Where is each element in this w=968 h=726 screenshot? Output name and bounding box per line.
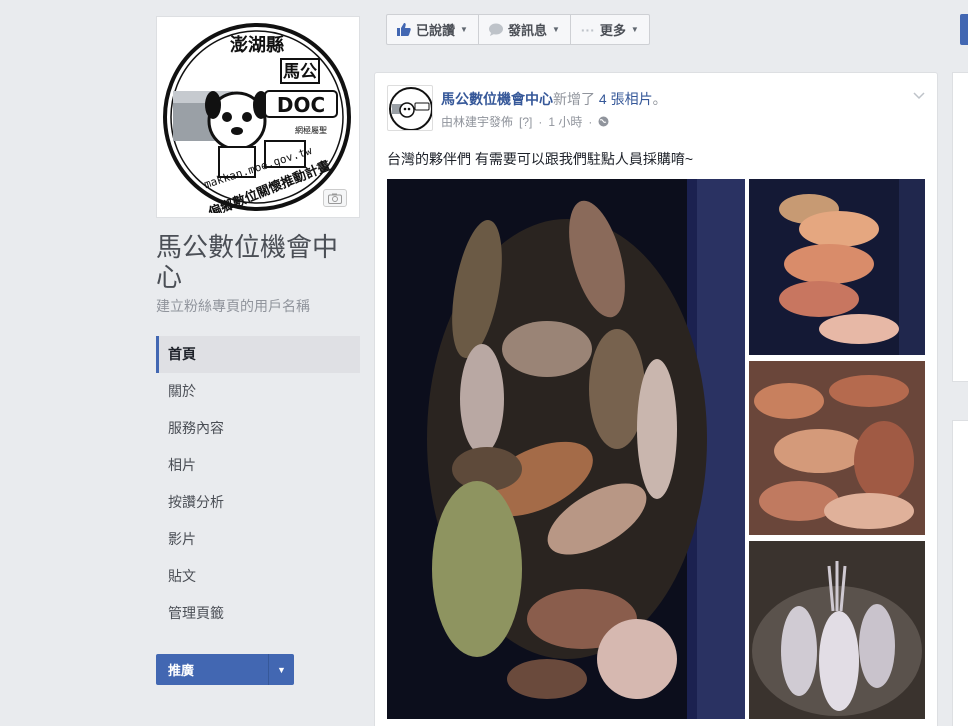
logo-center-text: 馬公 bbox=[283, 62, 317, 82]
post-publisher[interactable]: 由林建宇發佈 bbox=[441, 113, 513, 130]
nav-item-services[interactable]: 服務內容 bbox=[156, 410, 360, 447]
post-action-text: 新增了 bbox=[553, 91, 595, 107]
logo-top-text: 澎湖縣 bbox=[230, 34, 284, 56]
chevron-down-icon[interactable]: ▼ bbox=[268, 654, 294, 685]
post-timestamp[interactable]: 1 小時 bbox=[548, 113, 582, 130]
post-header: 馬公數位機會中心新增了 4 張相片。 bbox=[441, 89, 667, 109]
nav-item-photos[interactable]: 相片 bbox=[156, 447, 360, 484]
thumbs-up-icon bbox=[397, 23, 411, 36]
message-button[interactable]: 發訊息 ▼ bbox=[479, 15, 571, 44]
promote-button[interactable]: 推廣 ▼ bbox=[156, 654, 294, 685]
meta-dot: · bbox=[588, 114, 593, 129]
message-label: 發訊息 bbox=[507, 23, 547, 38]
logo-badge-text: DOC bbox=[277, 93, 325, 117]
promote-button-label: 推廣 bbox=[168, 663, 195, 678]
post-photo-1[interactable] bbox=[387, 179, 745, 719]
chevron-down-icon[interactable] bbox=[913, 89, 925, 103]
post-photos-link[interactable]: 4 張相片 bbox=[599, 91, 653, 107]
nav-item-manage-tabs[interactable]: 管理頁籤 bbox=[156, 595, 360, 632]
doc-logo-thumbnail bbox=[389, 87, 432, 130]
liked-button[interactable]: 已說讚 ▼ bbox=[387, 15, 479, 44]
post-photo-3[interactable] bbox=[749, 361, 925, 535]
fish-cooler-image bbox=[387, 179, 745, 719]
page-nav: 首頁 關於 服務內容 相片 按讚分析 影片 貼文 管理頁籤 bbox=[156, 336, 360, 632]
create-username-link[interactable]: 建立粉絲專頁的用戶名稱 bbox=[156, 296, 310, 316]
nav-item-videos[interactable]: 影片 bbox=[156, 521, 360, 558]
nav-item-about[interactable]: 關於 bbox=[156, 373, 360, 410]
logo-side-text: 網極屬聖 bbox=[295, 125, 327, 135]
post-card: 馬公數位機會中心新增了 4 張相片。 由林建宇發佈 [?] · 1 小時 · 台… bbox=[374, 72, 938, 726]
nav-item-posts[interactable]: 貼文 bbox=[156, 558, 360, 595]
post-photo-2[interactable] bbox=[749, 179, 925, 355]
profile-picture-frame[interactable]: 澎湖縣 馬公 DOC 網極屬聖 makkan.moe.gov.tw 偏鄉數位關懷… bbox=[156, 16, 360, 218]
ellipsis-icon: ··· bbox=[580, 21, 595, 38]
post-author-avatar[interactable] bbox=[387, 85, 433, 131]
nav-item-insights[interactable]: 按讚分析 bbox=[156, 484, 360, 521]
page-title: 馬公數位機會中心 bbox=[156, 232, 339, 292]
chevron-down-icon: ▼ bbox=[551, 25, 560, 34]
post-photo-4[interactable] bbox=[749, 541, 925, 719]
camera-icon[interactable] bbox=[323, 189, 347, 207]
globe-icon[interactable] bbox=[598, 116, 609, 127]
right-sidebar-card bbox=[952, 72, 968, 382]
right-sidebar-card bbox=[952, 420, 968, 726]
squid-image bbox=[749, 541, 925, 719]
post-meta: 由林建宇發佈 [?] · 1 小時 · bbox=[441, 113, 609, 130]
chevron-down-icon: ▼ bbox=[630, 25, 639, 34]
partial-right-button[interactable] bbox=[960, 14, 968, 45]
post-author-link[interactable]: 馬公數位機會中心 bbox=[441, 91, 553, 107]
post-text: 台灣的夥伴們 有需要可以跟我們駐點人員採購唷~ bbox=[387, 151, 694, 167]
page-action-bar: 已說讚 ▼ 發訊息 ▼ ··· 更多 ▼ bbox=[386, 14, 650, 45]
liked-label: 已說讚 bbox=[416, 23, 456, 38]
profile-picture[interactable]: 澎湖縣 馬公 DOC 網極屬聖 makkan.moe.gov.tw 偏鄉數位關懷… bbox=[161, 21, 355, 213]
red-fish-bags-image bbox=[749, 361, 925, 535]
parrotfish-image bbox=[749, 179, 925, 355]
meta-dot: · bbox=[538, 114, 543, 129]
post-period: 。 bbox=[652, 91, 667, 107]
more-label: 更多 bbox=[599, 23, 626, 38]
nav-item-home[interactable]: 首頁 bbox=[156, 336, 360, 373]
help-link[interactable]: [?] bbox=[519, 115, 532, 129]
doc-logo-image: 澎湖縣 馬公 DOC 網極屬聖 makkan.moe.gov.tw 偏鄉數位關懷… bbox=[163, 23, 351, 213]
more-button[interactable]: ··· 更多 ▼ bbox=[571, 15, 649, 44]
chevron-down-icon: ▼ bbox=[460, 25, 468, 34]
chat-bubble-icon bbox=[488, 23, 503, 36]
